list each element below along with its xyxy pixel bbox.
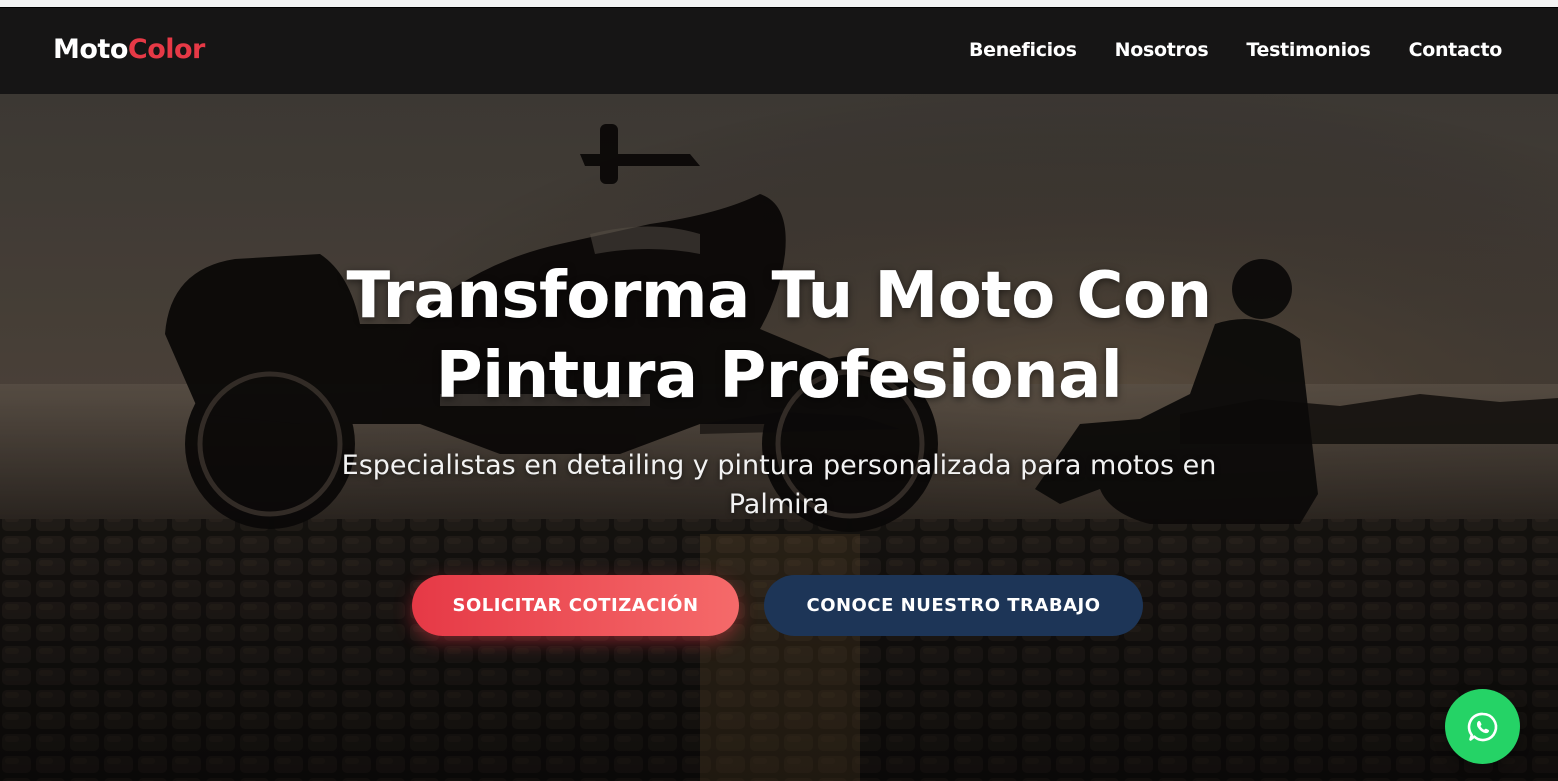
nav-link-contacto[interactable]: Contacto <box>1409 39 1503 61</box>
brand-name-part2: Color <box>127 34 205 65</box>
nav-link-nosotros[interactable]: Nosotros <box>1115 39 1209 61</box>
nav-link-beneficios[interactable]: Beneficios <box>969 39 1077 61</box>
request-quote-button[interactable]: SOLICITAR COTIZACIÓN <box>412 575 739 636</box>
hero-dark-overlay <box>0 94 1558 781</box>
brand-logo[interactable]: MotoColor <box>53 34 205 65</box>
landing-page: MotoColor Beneficios Nosotros Testimonio… <box>0 0 1558 781</box>
hero-subtitle: Especialistas en detailing y pintura per… <box>341 450 1217 520</box>
whatsapp-icon <box>1467 712 1497 741</box>
whatsapp-button[interactable] <box>1445 689 1520 764</box>
main-nav: Beneficios Nosotros Testimonios Contacto <box>969 39 1502 61</box>
hero-section: Transforma Tu Moto Con Pintura Profesion… <box>0 94 1558 781</box>
brand-name-part1: Moto <box>53 34 128 65</box>
browser-edge <box>0 0 1558 7</box>
hero-title-line1: Transforma Tu Moto Con <box>346 259 1212 333</box>
nav-link-testimonios[interactable]: Testimonios <box>1246 39 1370 61</box>
hero-title: Transforma Tu Moto Con Pintura Profesion… <box>0 256 1558 416</box>
site-header: MotoColor Beneficios Nosotros Testimonio… <box>0 7 1558 94</box>
see-our-work-button[interactable]: CONOCE NUESTRO TRABAJO <box>764 575 1143 636</box>
hero-title-line2: Pintura Profesional <box>435 339 1123 413</box>
